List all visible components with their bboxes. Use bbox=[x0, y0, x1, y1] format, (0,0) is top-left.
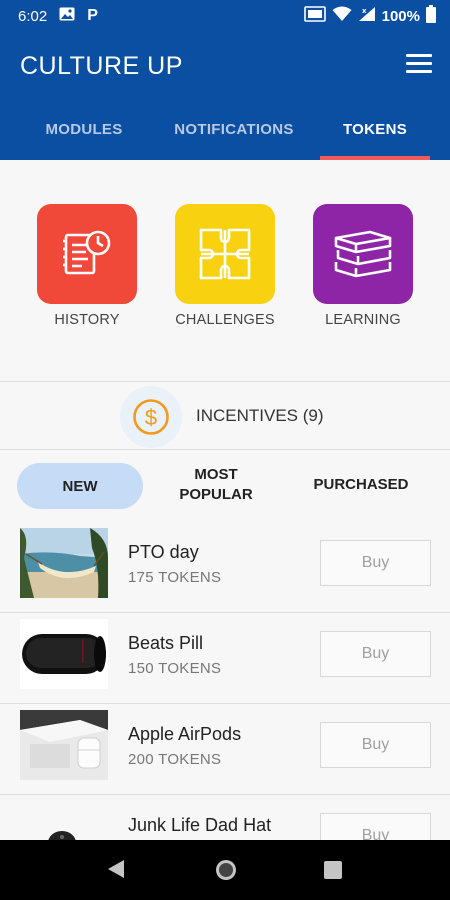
tab-notifications[interactable]: NOTIFICATIONS bbox=[160, 108, 308, 160]
hamburger-menu-icon[interactable] bbox=[406, 54, 432, 76]
history-icon bbox=[37, 204, 137, 304]
puzzle-icon bbox=[175, 204, 275, 304]
history-label: HISTORY bbox=[54, 312, 120, 328]
buy-button[interactable]: Buy bbox=[320, 631, 431, 677]
product-name: Beats Pill bbox=[128, 633, 204, 653]
dollar-coin-icon: $ bbox=[120, 386, 182, 448]
clock: 6:02 bbox=[18, 7, 48, 25]
learning-label: LEARNING bbox=[325, 312, 401, 328]
buy-button[interactable]: Buy bbox=[320, 722, 431, 768]
product-price: 150 TOKENS bbox=[128, 660, 222, 677]
filter-purchased[interactable]: PURCHASED bbox=[300, 475, 422, 495]
incentive-filters: NEW MOST POPULAR PURCHASED bbox=[0, 450, 450, 522]
product-name: PTO day bbox=[128, 542, 199, 562]
filter-most-popular[interactable]: MOST POPULAR bbox=[168, 465, 264, 505]
product-name: Apple AirPods bbox=[128, 724, 242, 744]
product-name: Junk Life Dad Hat bbox=[128, 815, 272, 835]
speaker-photo bbox=[20, 619, 108, 689]
filter-new[interactable]: NEW bbox=[17, 463, 143, 509]
buy-button[interactable]: Buy bbox=[320, 813, 431, 840]
filter-most-popular-line1: MOST bbox=[194, 466, 238, 483]
parking-notification-icon: P bbox=[87, 7, 98, 24]
buy-button[interactable]: Buy bbox=[320, 540, 431, 586]
filter-most-popular-line2: POPULAR bbox=[179, 486, 253, 503]
incentives-label: INCENTIVES (9) bbox=[196, 406, 324, 425]
gallery-notification-icon bbox=[59, 7, 75, 25]
hammock-beach-photo bbox=[20, 528, 108, 598]
battery-icon bbox=[426, 5, 436, 27]
hat-photo bbox=[20, 801, 108, 840]
wifi-icon bbox=[332, 6, 352, 26]
tab-tokens[interactable]: TOKENS bbox=[320, 108, 430, 160]
incentives-header[interactable]: $ INCENTIVES (9) bbox=[0, 382, 450, 450]
list-item[interactable]: PTO day 175 TOKENS Buy bbox=[0, 522, 450, 613]
status-bar: 6:02 P x 100% bbox=[0, 0, 450, 32]
list-item[interactable]: Apple AirPods 200 TOKENS Buy bbox=[0, 704, 450, 795]
challenges-label: CHALLENGES bbox=[175, 312, 275, 328]
tab-modules[interactable]: MODULES bbox=[28, 108, 140, 160]
product-price: 200 TOKENS bbox=[128, 751, 222, 768]
home-icon[interactable] bbox=[214, 858, 238, 887]
svg-text:$: $ bbox=[145, 405, 157, 430]
challenges-tile[interactable]: CHALLENGES bbox=[175, 204, 275, 328]
quick-links: HISTORY CHALLENGES LEARNING bbox=[0, 160, 450, 382]
learning-tile[interactable]: LEARNING bbox=[313, 204, 413, 328]
recents-icon[interactable] bbox=[323, 860, 343, 885]
airpods-photo bbox=[20, 710, 108, 780]
back-icon[interactable] bbox=[106, 858, 126, 885]
history-tile[interactable]: HISTORY bbox=[37, 204, 137, 328]
signal-icon: x bbox=[358, 6, 376, 26]
battery-level: 100% bbox=[381, 7, 420, 25]
list-item[interactable]: Beats Pill 150 TOKENS Buy bbox=[0, 613, 450, 704]
app-bar: CULTURE UP MODULES NOTIFICATIONS TOKENS bbox=[0, 32, 450, 160]
tab-bar: MODULES NOTIFICATIONS TOKENS bbox=[0, 108, 450, 160]
books-icon bbox=[313, 204, 413, 304]
list-item[interactable]: Junk Life Dad Hat Buy bbox=[0, 795, 450, 840]
svg-text:x: x bbox=[362, 7, 367, 15]
cast-icon bbox=[303, 6, 326, 26]
system-nav-bar bbox=[0, 840, 450, 900]
product-price: 175 TOKENS bbox=[128, 569, 222, 586]
app-title: CULTURE UP bbox=[20, 52, 183, 80]
product-list[interactable]: PTO day 175 TOKENS Buy Beats Pill 150 TO… bbox=[0, 522, 450, 840]
